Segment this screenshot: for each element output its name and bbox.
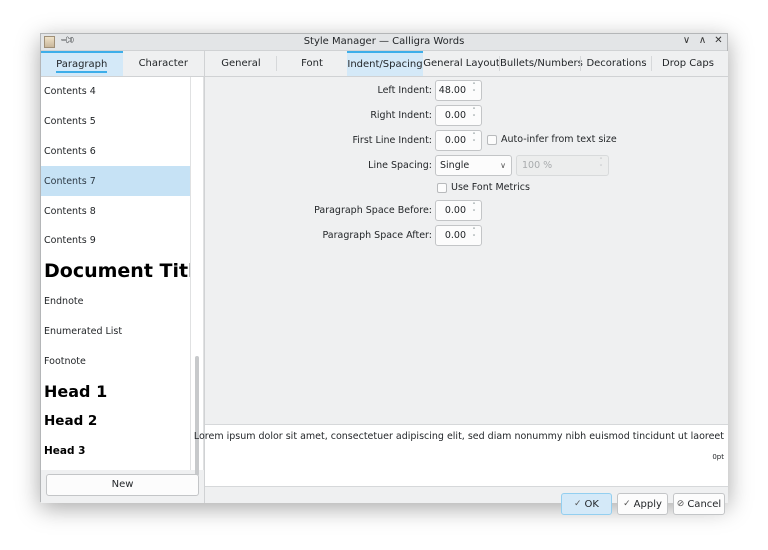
- right-indent-label: Right Indent:: [370, 110, 432, 121]
- list-item[interactable]: Footnote: [41, 346, 190, 376]
- use-font-metrics-label[interactable]: Use Font Metrics: [451, 182, 530, 193]
- list-item[interactable]: Contents 5: [41, 107, 190, 137]
- tab-indent-spacing[interactable]: Indent/Spacing: [347, 51, 423, 76]
- line-spacing-percent-spinbox: 100 % ˄ ˅: [516, 155, 609, 176]
- new-style-button[interactable]: New: [46, 474, 199, 496]
- list-item[interactable]: Contents 4: [41, 77, 190, 107]
- title-bar: 📌︎ Style Manager — Calligra Words ∨ ∧ ✕: [41, 32, 727, 51]
- tab-general-layout[interactable]: General Layout: [423, 51, 500, 76]
- tab-paragraph-label: Paragraph: [56, 59, 108, 73]
- left-indent-spinbox[interactable]: 48.00 ˄ ˅: [435, 80, 482, 101]
- check-icon: ✓: [623, 499, 631, 509]
- list-item[interactable]: Contents 6: [41, 137, 190, 167]
- cancel-button[interactable]: ⊘ Cancel: [673, 493, 725, 515]
- style-properties-pane: General Font Indent/Spacing General Layo…: [194, 51, 728, 515]
- dialog-button-bar: ✓ OK ✓ Apply ⊘ Cancel: [205, 488, 728, 520]
- maximize-button[interactable]: ∧: [698, 35, 707, 46]
- ok-label: OK: [584, 498, 599, 510]
- preview-area: Lorem ipsum dolor sit amet, consectetuer…: [194, 424, 728, 487]
- close-button[interactable]: ✕: [714, 35, 723, 46]
- list-item[interactable]: Enumerated List: [41, 317, 190, 347]
- apply-label: Apply: [633, 498, 662, 510]
- indent-spacing-form: Left Indent: 48.00 ˄ ˅ Right Indent: 0.00…: [205, 77, 728, 407]
- list-item[interactable]: Head 2: [41, 406, 190, 436]
- space-before-label: Paragraph Space Before:: [314, 205, 432, 216]
- line-spacing-value: Single: [440, 160, 470, 171]
- space-after-spinbox[interactable]: 0.00 ˄ ˅: [435, 225, 482, 246]
- property-tabs: General Font Indent/Spacing General Layo…: [205, 51, 728, 77]
- spin-arrows-icon[interactable]: ˄ ˅: [470, 228, 478, 243]
- tab-decorations[interactable]: Decorations: [581, 51, 652, 76]
- style-list: Contents 4 Contents 5 Contents 6 Content…: [41, 77, 191, 470]
- tab-font[interactable]: Font: [277, 51, 347, 76]
- preview-unit: 0pt: [712, 453, 724, 461]
- apply-button[interactable]: ✓ Apply: [617, 493, 668, 515]
- tab-drop-caps[interactable]: Drop Caps: [652, 51, 724, 76]
- space-after-value: 0.00: [444, 230, 466, 241]
- preview-text: Lorem ipsum dolor sit amet, consectetuer…: [193, 431, 724, 442]
- line-spacing-combo[interactable]: Single ∨: [435, 155, 512, 176]
- list-item[interactable]: Head 1: [41, 376, 190, 406]
- minimize-button[interactable]: ∨: [682, 35, 691, 46]
- space-before-value: 0.00: [444, 205, 466, 216]
- style-manager-window: 📌︎ Style Manager — Calligra Words ∨ ∧ ✕ …: [40, 32, 728, 515]
- tab-bullets-numbers[interactable]: Bullets/Numbers: [500, 51, 583, 76]
- first-line-indent-value: 0.00: [444, 135, 466, 146]
- style-list-pane: Paragraph Character Contents 4 Contents …: [41, 51, 204, 503]
- list-item[interactable]: Endnote: [41, 287, 190, 317]
- auto-infer-label[interactable]: Auto-infer from text size: [501, 134, 617, 145]
- space-before-spinbox[interactable]: 0.00 ˄ ˅: [435, 200, 482, 221]
- spin-arrows-icon[interactable]: ˄ ˅: [470, 133, 478, 148]
- first-line-indent-label: First Line Indent:: [352, 135, 432, 146]
- spin-arrows-icon: ˄ ˅: [599, 157, 603, 172]
- style-type-tabs: Paragraph Character: [41, 51, 204, 77]
- cancel-label: Cancel: [687, 498, 722, 510]
- right-indent-spinbox[interactable]: 0.00 ˄ ˅: [435, 105, 482, 126]
- tab-general[interactable]: General: [205, 51, 277, 76]
- window-title: Style Manager — Calligra Words: [303, 36, 465, 47]
- chevron-down-icon: ∨: [500, 161, 506, 170]
- list-item[interactable]: Document Title: [41, 256, 190, 287]
- left-indent-label: Left Indent:: [377, 85, 432, 96]
- auto-infer-checkbox[interactable]: [487, 135, 497, 145]
- right-indent-value: 0.00: [444, 110, 466, 121]
- list-item[interactable]: Head 3: [41, 436, 190, 466]
- space-after-label: Paragraph Space After:: [322, 230, 433, 241]
- line-spacing-percent-value: 100 %: [522, 160, 553, 171]
- line-spacing-label: Line Spacing:: [368, 160, 432, 171]
- tab-character[interactable]: Character: [123, 51, 205, 76]
- left-indent-value: 48.00: [438, 85, 466, 96]
- list-item[interactable]: Contents 9: [41, 226, 190, 256]
- use-font-metrics-checkbox[interactable]: [437, 183, 447, 193]
- cancel-icon: ⊘: [676, 499, 685, 509]
- spin-arrows-icon[interactable]: ˄ ˅: [470, 108, 478, 123]
- check-icon: ✓: [574, 499, 582, 509]
- scrollbar-thumb[interactable]: [195, 356, 199, 476]
- list-item[interactable]: Contents 8: [41, 196, 190, 226]
- ok-button[interactable]: ✓ OK: [561, 493, 612, 515]
- spin-arrows-icon[interactable]: ˄ ˅: [470, 83, 478, 98]
- list-item-selected[interactable]: Contents 7: [41, 166, 190, 197]
- first-line-indent-spinbox[interactable]: 0.00 ˄ ˅: [435, 130, 482, 151]
- spin-arrows-icon[interactable]: ˄ ˅: [470, 203, 478, 218]
- tab-paragraph[interactable]: Paragraph: [41, 51, 123, 76]
